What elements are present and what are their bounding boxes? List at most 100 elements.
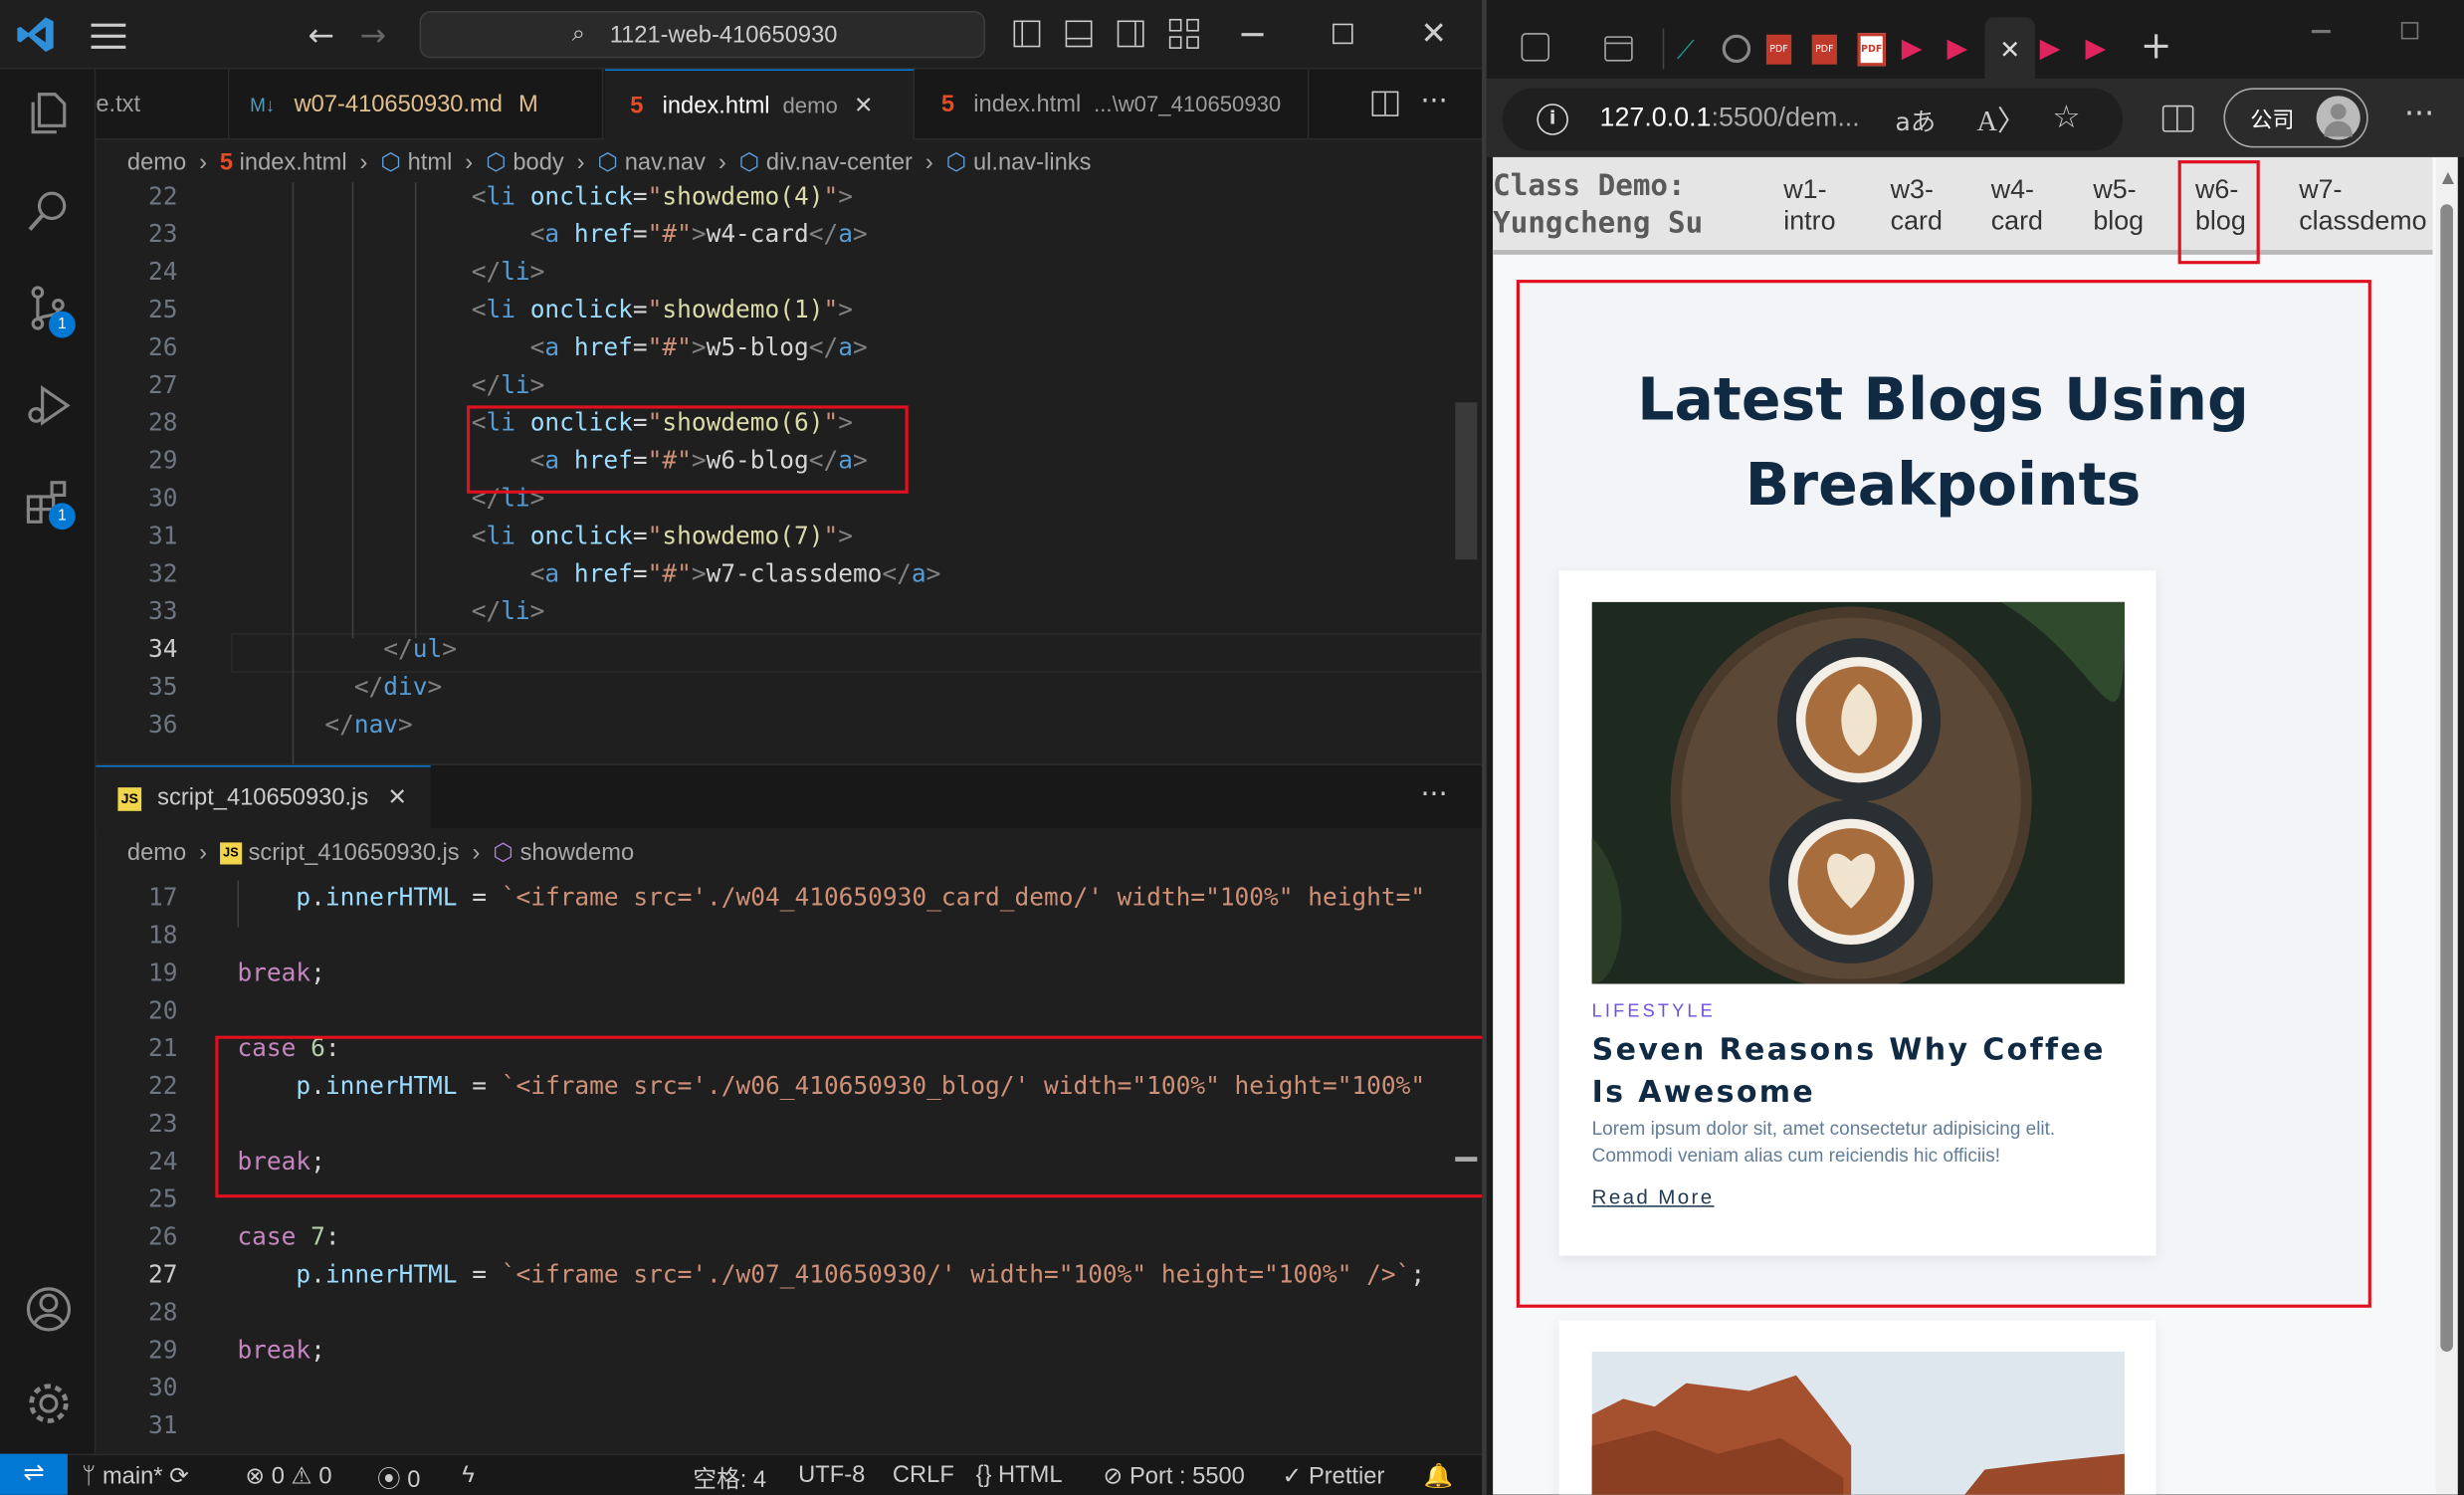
browser-menu-icon[interactable]: ···: [2404, 95, 2434, 132]
active-tab-close-icon[interactable]: ✕: [1984, 17, 2035, 79]
indentation-status[interactable]: 空格: 4: [693, 1462, 766, 1495]
browser-window: ⟋ PDF PDF PDF ▶ ▶ ✕ ▶ ▶ + i 127.0.0.1:55…: [1486, 0, 2464, 1495]
breadcrumb-item[interactable]: html: [408, 149, 453, 176]
forward-arrow-icon[interactable]: →: [360, 16, 386, 54]
ports-status[interactable]: ⦿ 0: [377, 1462, 420, 1495]
customize-layout-icon[interactable]: [1168, 18, 1199, 49]
breadcrumb-item[interactable]: index.html: [240, 149, 347, 176]
code-line: <a href="#">w4-card</a>: [529, 220, 868, 249]
more-actions-icon[interactable]: ···: [1421, 85, 1448, 117]
breadcrumb-item[interactable]: script_410650930.js: [249, 839, 460, 866]
breadcrumb-item[interactable]: body: [513, 149, 563, 176]
split-screen-icon[interactable]: [2161, 105, 2194, 132]
line-number: 24: [147, 1147, 178, 1176]
pdf-icon[interactable]: PDF: [1765, 34, 1792, 65]
minimize-icon[interactable]: [2311, 30, 2331, 33]
profile-name: 公司: [2250, 107, 2295, 134]
check-icon: ✓: [1282, 1463, 1303, 1490]
back-arrow-icon[interactable]: ←: [308, 16, 334, 54]
breadcrumb: demo › JS script_410650930.js › ⬡ showde…: [127, 838, 634, 866]
tab-favicon-icon[interactable]: ⟋: [1677, 35, 1705, 65]
nav-link-w7-classdemo[interactable]: w7- classdemo: [2299, 174, 2426, 237]
tab-favicon-icon[interactable]: [1722, 34, 1751, 64]
maximize-icon[interactable]: [2400, 22, 2419, 40]
nav-link-line: w7-: [2299, 174, 2343, 205]
address-bar[interactable]: i 127.0.0.1:5500/dem... aあ A〉 ☆: [1502, 88, 2124, 151]
encoding-status[interactable]: UTF-8: [798, 1462, 865, 1489]
menu-icon[interactable]: [91, 21, 126, 49]
close-tab-icon[interactable]: ✕: [854, 93, 874, 119]
read-aloud-icon[interactable]: A〉: [1977, 99, 2026, 139]
bell-icon[interactable]: 🔔: [1424, 1462, 1454, 1490]
language-status[interactable]: {} HTML: [976, 1462, 1063, 1489]
close-tab-icon[interactable]: ✕: [387, 784, 407, 811]
info-icon[interactable]: i: [1537, 104, 1568, 135]
tab-label: index.html: [662, 93, 770, 120]
problems-status[interactable]: ⊗ 0 ⚠ 0: [245, 1462, 331, 1490]
toggle-sidebar-icon[interactable]: [1013, 20, 1041, 48]
nav-link-w3-card[interactable]: w3- card: [1891, 174, 1943, 237]
explorer-icon[interactable]: [24, 88, 75, 138]
element-icon: ⬡: [738, 149, 760, 176]
line-number: 31: [147, 522, 178, 550]
nav-link-w5-blog[interactable]: w5- blog: [2093, 174, 2144, 237]
translate-icon[interactable]: aあ: [1895, 101, 1936, 138]
tab-favicon-icon[interactable]: ▶: [1902, 33, 1923, 65]
new-tab-icon[interactable]: +: [2141, 24, 2172, 68]
close-window-icon[interactable]: ✕: [1421, 14, 1447, 52]
line-number: 27: [147, 1260, 178, 1289]
line-number: 33: [147, 597, 178, 626]
maximize-icon[interactable]: [1333, 23, 1353, 45]
tab-txt[interactable]: e.txt: [96, 69, 230, 140]
branch-icon: ᛘ: [82, 1463, 97, 1490]
eol-status[interactable]: CRLF: [893, 1462, 954, 1489]
tab-index-html-w07[interactable]: 5 index.html ...\w07_410650930: [917, 69, 1310, 140]
scrollbar[interactable]: [1455, 402, 1478, 560]
gear-icon[interactable]: [24, 1379, 75, 1429]
tab-script-js[interactable]: JS script_410650930.js ✕: [96, 765, 431, 829]
chevron-right-icon: ›: [199, 839, 207, 867]
remote-icon[interactable]: ⇌: [0, 1453, 68, 1495]
accounts-icon[interactable]: [24, 1284, 75, 1335]
vscode-window: ← → ⌕ 1121-web-410650930 ✕ 1 1 e.txt M↓ …: [0, 0, 1483, 1495]
pdf-icon[interactable]: PDF: [1857, 33, 1886, 67]
search-view-icon[interactable]: [24, 185, 75, 236]
sync-icon: ⟳: [169, 1463, 189, 1490]
tab-actions-icon[interactable]: [1604, 36, 1633, 62]
broadcast-icon: ⦿: [376, 1466, 401, 1494]
tab-favicon-icon[interactable]: ▶: [2040, 33, 2061, 65]
tab-favicon-icon[interactable]: ▶: [2085, 33, 2106, 65]
highlight-box: [215, 1035, 1483, 1198]
breadcrumb-item[interactable]: showdemo: [520, 839, 635, 866]
command-center-search[interactable]: ⌕ 1121-web-410650930: [419, 11, 986, 59]
split-editor-icon[interactable]: [1371, 91, 1399, 116]
scroll-up-icon[interactable]: ▲: [2442, 170, 2454, 187]
toggle-secondary-sidebar-icon[interactable]: [1117, 20, 1144, 48]
profile-button[interactable]: 公司: [2223, 88, 2368, 148]
toggle-panel-icon[interactable]: [1065, 20, 1093, 48]
breadcrumb-item[interactable]: demo: [127, 149, 186, 176]
html5-icon: 5: [630, 93, 644, 120]
live-server-status[interactable]: ⊘ Port : 5500: [1104, 1462, 1245, 1490]
page-scrollbar[interactable]: ▲: [2435, 156, 2458, 1495]
tab-markdown[interactable]: M↓ w07-410650930.md M: [231, 69, 604, 140]
breadcrumb-item[interactable]: div.nav-center: [766, 149, 913, 176]
branch-status[interactable]: ᛘ main* ⟳: [82, 1462, 189, 1490]
scrollbar-thumb[interactable]: [2440, 204, 2453, 1353]
tab-favicon-icon[interactable]: ▶: [1948, 33, 1968, 65]
nav-link-w1-intro[interactable]: w1- intro: [1783, 174, 1835, 237]
tab-index-html-active[interactable]: 5 index.html demo ✕: [604, 69, 916, 140]
breadcrumb-item[interactable]: demo: [127, 839, 186, 866]
nav-link-w4-card[interactable]: w4- card: [1991, 174, 2043, 237]
pdf-icon[interactable]: PDF: [1811, 34, 1837, 65]
lightning-icon[interactable]: ϟ: [462, 1462, 475, 1489]
favorite-star-icon[interactable]: ☆: [2052, 98, 2080, 135]
workspaces-icon[interactable]: [1521, 33, 1549, 62]
run-debug-icon[interactable]: [24, 380, 75, 431]
url-text[interactable]: 127.0.0.1:5500/dem...: [1600, 103, 1860, 134]
prettier-status[interactable]: ✓ Prettier: [1283, 1462, 1385, 1490]
more-actions-icon[interactable]: ···: [1421, 778, 1448, 811]
minimize-icon[interactable]: [1241, 33, 1264, 36]
breadcrumb-item[interactable]: ul.nav-links: [973, 149, 1091, 176]
breadcrumb-item[interactable]: nav.nav: [625, 149, 706, 176]
